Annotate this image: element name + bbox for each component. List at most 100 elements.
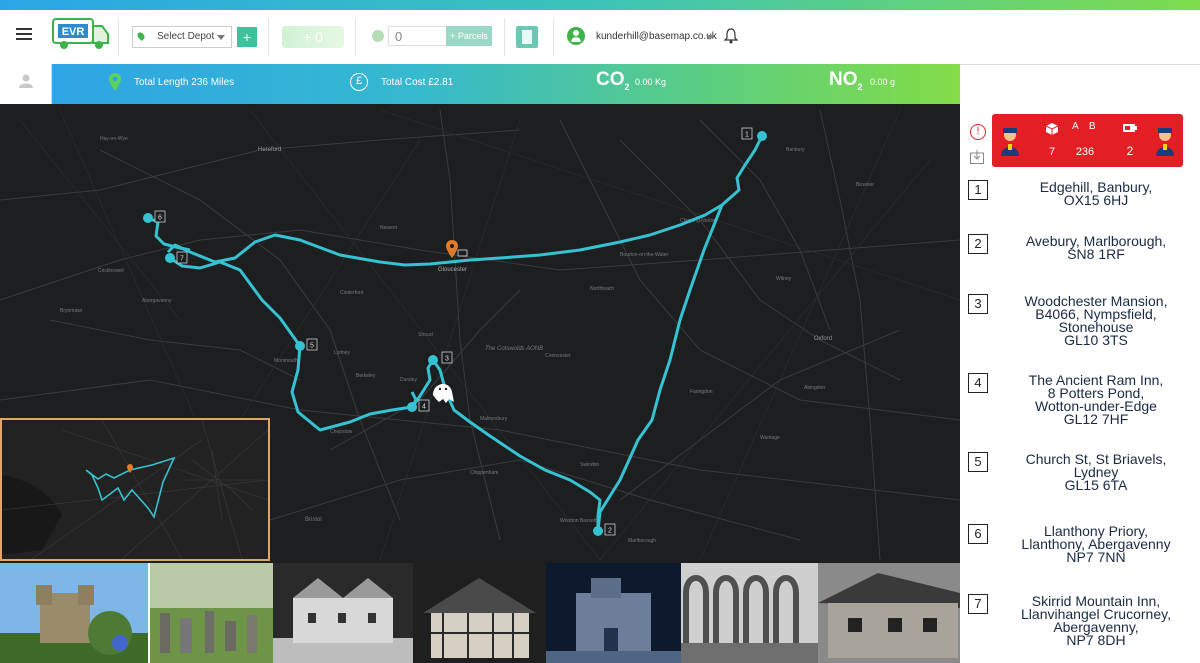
distance-miles: 236 <box>1075 146 1095 158</box>
total-length-stat: Total Length 236 Miles <box>108 64 268 104</box>
stop-dot <box>143 213 153 223</box>
stop-label: 4 <box>422 404 426 411</box>
route-summary-card: 7 A B 236 2 <box>992 114 1183 167</box>
map-label: Abingdon <box>804 385 825 391</box>
stop-address: Skirrid Mountain Inn, Llanvihangel Crucor… <box>1021 593 1171 648</box>
stop-number: 4 <box>968 373 988 393</box>
map-label: Northleach <box>590 286 614 292</box>
map-label: Gloucester <box>438 267 467 273</box>
map-label: Banbury <box>786 147 805 153</box>
stop-number: 7 <box>968 594 988 614</box>
map-label: Malmesbury <box>480 416 508 422</box>
photo-mansion[interactable] <box>273 563 413 663</box>
map-label: Chepstow <box>330 429 353 435</box>
distance-icon-label: A B <box>1072 121 1100 132</box>
map-label: Wootton Bassett <box>560 518 597 524</box>
map-label: Dursley <box>400 377 417 383</box>
stop-address: Avebury, Marlborough, SN8 1RF <box>1025 233 1167 262</box>
stop-address: Woodchester Mansion, B4066, Nympsfield, St… <box>1024 293 1168 348</box>
stop-label: 5 <box>310 343 314 350</box>
stop-number: 6 <box>968 524 988 544</box>
menu-icon[interactable] <box>16 28 32 40</box>
map-label: Crickhowell <box>98 268 124 274</box>
driver-icon <box>1156 128 1174 156</box>
download-all-label: Download All <box>1076 80 1117 87</box>
pin-icon <box>136 31 146 41</box>
photo-mountain-inn[interactable] <box>818 563 960 663</box>
photo-priory[interactable] <box>681 563 818 663</box>
photo-castle[interactable] <box>0 563 148 663</box>
co2-stat: CO2 0.00 Kg <box>596 64 716 104</box>
map-label: Marlborough <box>628 538 656 544</box>
battery-icon <box>1123 124 1137 132</box>
photo-church[interactable] <box>546 563 681 663</box>
chevron-down-icon <box>217 35 225 40</box>
stop-label: 6 <box>158 215 162 222</box>
bell-icon[interactable] <box>724 28 738 44</box>
map-label: Hereford <box>258 147 281 153</box>
map-label: Bourton-on-the-Water <box>620 252 669 258</box>
box-icon <box>1046 123 1058 135</box>
user-icon[interactable] <box>19 74 33 88</box>
stop-number: 3 <box>968 294 988 314</box>
map-label: Bicester <box>856 182 874 188</box>
map-label: The Cotswolds AONB <box>485 346 543 352</box>
map-label: Stroud <box>418 332 433 338</box>
depot-select-label: Select Depot <box>157 31 215 42</box>
map-label: Berkeley <box>356 373 376 379</box>
map-label: Lydney <box>334 350 350 356</box>
stop-address: Llanthony Priory, Llanthony, Abergavenny N… <box>1021 523 1171 565</box>
pound-icon: £ <box>350 73 368 91</box>
photo-standing-stones[interactable] <box>150 563 273 663</box>
stop-address: Church St, St Briavels, Lydney GL15 6TA <box>1025 451 1167 493</box>
stop-address: The Ancient Ram Inn, 8 Potters Pond, Wotto… <box>1028 372 1164 427</box>
box-icon <box>372 30 384 42</box>
map-label: Wantage <box>760 435 780 441</box>
user-menu-chevron-icon[interactable] <box>706 35 714 40</box>
total-cost-stat: £ Total Cost £2.81 <box>350 64 510 104</box>
no2-stat: NO2 0.00 g <box>829 64 949 104</box>
no2-label: NO2 <box>829 69 863 92</box>
alert-icon[interactable]: ! <box>970 124 986 140</box>
route-stops-panel: ! 7 A B 236 2 1 Edgehill, Banbury, OX15 6… <box>960 104 1200 663</box>
vehicle-count-label: + 0 <box>303 29 323 45</box>
user-icon <box>567 27 585 45</box>
overview-minimap[interactable] <box>0 418 270 561</box>
depot-select[interactable]: Select Depot <box>132 26 232 48</box>
route-segment <box>147 216 191 252</box>
download-icon <box>1060 72 1072 86</box>
user-email[interactable]: kunderhill@basemap.co.uk <box>596 31 717 42</box>
stop-marker[interactable]: 5 <box>295 338 318 351</box>
map-label: Swindon <box>580 462 599 468</box>
divider <box>268 18 269 56</box>
divider <box>118 18 119 56</box>
driver-icon <box>1001 128 1019 156</box>
download-all-button[interactable]: Download All <box>1056 64 1146 104</box>
stop-number: 2 <box>968 234 988 254</box>
map-label: Oxford <box>814 336 832 342</box>
location-pin-icon <box>109 73 121 91</box>
stop-dot <box>407 402 417 412</box>
add-parcels-button[interactable]: + Parcels <box>446 26 492 46</box>
co2-value: 0.00 Kg <box>635 77 667 87</box>
vehicle-count: 2 <box>1126 144 1134 158</box>
stop-count: 7 <box>1048 146 1056 158</box>
stop-label: 1 <box>745 132 749 139</box>
calculator-icon[interactable] <box>516 26 538 48</box>
map-label: Hay-on-Wye <box>100 136 128 142</box>
stop-marker[interactable]: 4 <box>407 399 430 412</box>
no2-value: 0.00 g <box>870 77 896 87</box>
stop-label: 7 <box>180 256 184 263</box>
import-icon[interactable] <box>970 150 984 164</box>
add-depot-button[interactable]: + <box>237 27 257 47</box>
top-toolbar: EVR Select Depot + + 0 0 + Parcels kunde… <box>0 10 1200 65</box>
stop-dot <box>428 355 438 365</box>
stop-marker[interactable]: 1 <box>741 127 767 141</box>
map-label: Bristol <box>305 517 322 523</box>
add-vehicle-button[interactable]: + 0 <box>282 26 344 48</box>
stop-dot <box>165 253 175 263</box>
photo-inn[interactable] <box>413 563 546 663</box>
map-label: Brynmawr <box>60 308 83 314</box>
stop-marker[interactable]: 2 <box>593 523 616 536</box>
map-label: Faringdon <box>690 389 713 395</box>
